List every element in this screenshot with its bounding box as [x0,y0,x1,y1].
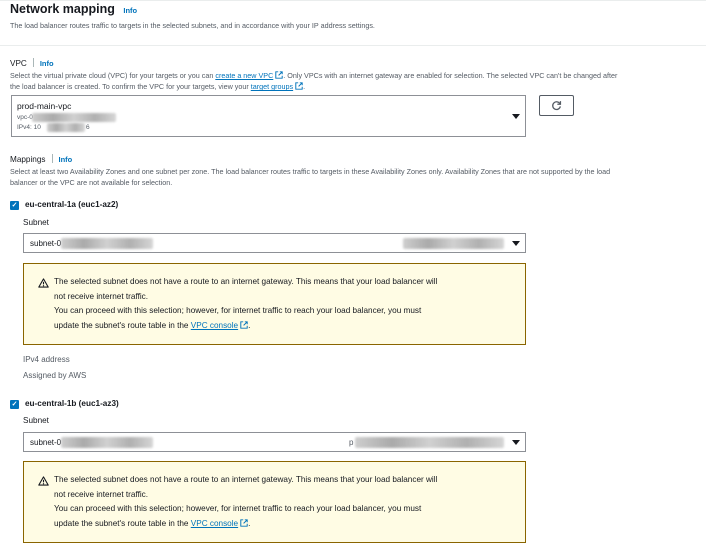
warning-line-text: update the subnet's route table in the [54,518,191,528]
section-title: Network mapping Info [10,2,137,16]
external-link-icon [240,320,248,329]
vpc-select[interactable]: prod-main-vpc vpc-0 IPv4: 10 6 [11,95,526,137]
subnet-id-redacted [61,437,153,448]
vpc-selected-id: vpc-0 [17,114,33,121]
vpc-description: Select the virtual private cloud (VPC) f… [10,70,617,81]
vpc-description-line2: the load balancer is created. To confirm… [10,81,305,92]
vpc-console-link[interactable]: VPC console [191,321,238,330]
section-divider [0,45,706,46]
subnet-warning-alert: The selected subnet does not have a rout… [23,263,526,345]
warning-triangle-icon [38,476,49,486]
warning-line: You can proceed with this selection; how… [54,306,422,315]
warning-line: not receive internet traffic. [54,489,149,499]
top-border [0,0,706,1]
caret-down-icon [512,440,520,445]
warning-line: not receive internet traffic. [54,291,149,301]
warning-line: The selected subnet does not have a rout… [54,277,438,286]
warning-triangle-icon [38,278,49,288]
refresh-icon [552,101,562,111]
vpc-ipv4-suffix: 6 [86,124,90,131]
section-description: The load balancer routes traffic to targ… [10,21,375,30]
warning-line: You can proceed with this selection; how… [54,504,422,513]
subnet-label: Subnet [23,416,49,425]
subnet-id-redacted [61,238,153,249]
warning-line: update the subnet's route table in the V… [54,319,437,334]
external-link-icon [295,82,303,90]
target-groups-link[interactable]: target groups [251,82,293,91]
warning-line-text: update the subnet's route table in the [54,320,191,330]
warning-text: The selected subnet does not have a rout… [54,275,437,333]
caret-down-icon [512,241,520,246]
subnet-warning-alert: The selected subnet does not have a rout… [23,461,526,543]
check-icon: ✓ [11,202,18,209]
vpc-desc-text: . [303,82,306,91]
warning-line: The selected subnet does not have a rout… [54,475,438,484]
subnet-prefix: subnet-0 [30,438,62,447]
subnet-label: Subnet [23,218,49,227]
section-info-link[interactable]: Info [123,6,137,15]
refresh-vpc-button[interactable] [539,95,574,116]
mappings-label-separator [51,154,53,163]
vpc-label: VPC [10,59,27,68]
subnet-name-redacted [403,238,504,249]
vpc-id-redacted [32,113,116,122]
zone-name: eu-central-1a (euc1-az2) [25,200,119,209]
subnet-name-redacted [355,437,504,448]
mappings-description-line2: balancer or the VPC are not available fo… [10,178,173,187]
ipv4-address-label: IPv4 address [23,355,70,364]
mappings-label: Mappings [10,155,46,164]
zone-checkbox-euc1-az3[interactable]: ✓ [10,400,19,409]
external-link-icon [240,518,248,527]
vpc-selected-name: prod-main-vpc [17,101,72,111]
subnet-select-euc1-az3[interactable]: subnet-0 p [23,432,526,452]
mappings-label-row: Mappings Info [10,154,72,164]
vpc-console-link[interactable]: VPC console [191,519,238,528]
subnet-prefix: subnet-0 [30,239,62,248]
ipv4-address-value: Assigned by AWS [23,371,87,380]
zone-name: eu-central-1b (euc1-az3) [25,399,119,408]
subnet-name-prefix: p [349,438,354,447]
vpc-desc-text: Select the virtual private cloud (VPC) f… [10,71,216,80]
mappings-description-line1: Select at least two Availability Zones a… [10,167,611,176]
vpc-info-link[interactable]: Info [40,59,54,68]
mappings-info-link[interactable]: Info [59,155,73,164]
section-title-text: Network mapping [10,2,115,16]
vpc-label-separator [32,58,34,67]
subnet-select-euc1-az2[interactable]: subnet-0 [23,233,526,253]
warning-text: The selected subnet does not have a rout… [54,473,437,531]
warning-line: update the subnet's route table in the V… [54,517,437,532]
caret-down-icon [512,114,520,119]
warning-line-text: . [248,320,251,330]
vpc-label-row: VPC Info [10,58,54,68]
check-icon: ✓ [11,401,18,408]
warning-line-text: . [248,518,251,528]
vpc-ipv4-redacted [47,123,85,132]
create-vpc-link[interactable]: create a new VPC [215,71,273,80]
vpc-desc-text: . Only VPCs with an internet gateway are… [283,71,618,80]
zone-checkbox-euc1-az2[interactable]: ✓ [10,201,19,210]
vpc-ipv4-prefix: IPv4: 10 [17,124,41,131]
vpc-desc-text: the load balancer is created. To confirm… [10,82,251,91]
